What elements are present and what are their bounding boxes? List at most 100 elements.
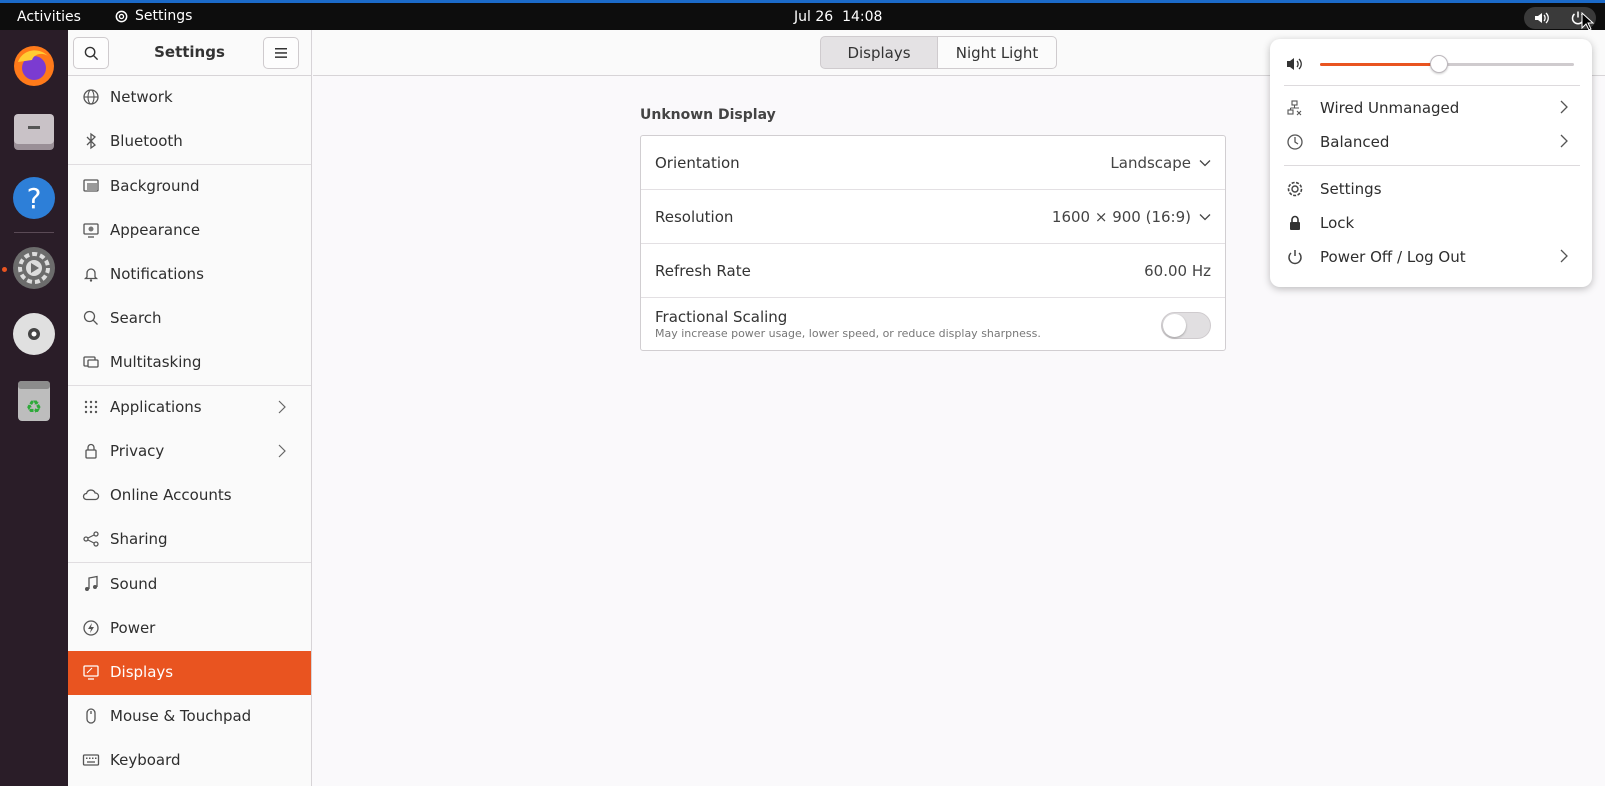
sidebar-item-search[interactable]: Search — [68, 297, 311, 341]
power-off-menu-item[interactable]: Power Off / Log Out — [1270, 240, 1592, 274]
sidebar-item-keyboard[interactable]: Keyboard — [68, 739, 311, 783]
sidebar-item-label: Search — [110, 309, 162, 327]
toggle-knob — [1163, 314, 1186, 337]
trash-icon: ♻ — [18, 381, 50, 421]
volume-icon — [1535, 12, 1549, 24]
hamburger-icon — [275, 48, 287, 58]
files-icon — [14, 114, 54, 150]
settings-label: Settings — [1320, 180, 1382, 198]
display-icon — [83, 665, 99, 680]
sidebar-item-notifications[interactable]: Notifications — [68, 253, 311, 297]
dock-settings[interactable] — [10, 244, 58, 292]
gear-icon — [115, 10, 128, 22]
resolution-value: 1600 × 900 (16:9) — [1051, 208, 1191, 226]
sidebar-item-sharing[interactable]: Sharing — [68, 518, 311, 562]
clock[interactable]: Jul 26 14:08 — [794, 9, 882, 25]
app-menu-label: Settings — [135, 8, 193, 24]
sidebar-item-label: Applications — [110, 398, 202, 416]
sidebar-item-network[interactable]: Network — [68, 76, 311, 120]
volume-slider-handle[interactable] — [1430, 55, 1449, 73]
grid-icon — [84, 400, 98, 414]
wired-network-icon — [1287, 100, 1302, 116]
wired-menu-item[interactable]: Wired Unmanaged — [1270, 91, 1592, 125]
resolution-label: Resolution — [655, 208, 734, 226]
sidebar-item-applications[interactable]: Applications — [68, 386, 311, 430]
sidebar-item-mouse-touchpad[interactable]: Mouse & Touchpad — [68, 695, 311, 739]
chevron-down-icon — [1199, 160, 1211, 167]
orientation-row[interactable]: Orientation Landscape — [641, 136, 1225, 190]
power-off-label: Power Off / Log Out — [1320, 248, 1466, 266]
svg-text:♻: ♻ — [26, 397, 42, 418]
sidebar-item-power[interactable]: Power — [68, 607, 311, 651]
refresh-rate-row: Refresh Rate 60.00 Hz — [641, 244, 1225, 298]
settings-icon — [13, 247, 55, 289]
power-mode-icon — [1287, 134, 1303, 150]
sidebar-item-label: Mouse & Touchpad — [110, 707, 252, 725]
orientation-select[interactable]: Landscape — [1110, 154, 1211, 172]
sidebar-item-privacy[interactable]: Privacy — [68, 430, 311, 474]
sidebar-item-label: Sharing — [110, 530, 168, 548]
resolution-select[interactable]: 1600 × 900 (16:9) — [1052, 208, 1211, 226]
chevron-right-icon — [278, 400, 286, 414]
sidebar-item-online-accounts[interactable]: Online Accounts — [68, 474, 311, 518]
lock-menu-item[interactable]: Lock — [1270, 206, 1592, 240]
keyboard-icon — [82, 754, 100, 766]
volume-slider[interactable] — [1320, 55, 1574, 73]
sidebar-item-sound[interactable]: Sound — [68, 563, 311, 607]
lock-icon — [85, 443, 97, 459]
share-icon — [83, 531, 99, 547]
bell-icon — [83, 268, 99, 282]
quick-settings-menu: Wired Unmanaged Balanced Settings Lock P… — [1270, 39, 1592, 287]
dock-files[interactable] — [10, 108, 58, 156]
mouse-cursor-icon — [1581, 12, 1595, 31]
mouse-icon — [86, 708, 96, 724]
display-settings-list: Orientation Landscape Resolution 1600 × … — [640, 135, 1226, 351]
sidebar-item-label: Sound — [110, 575, 158, 593]
main-menu-button[interactable] — [263, 37, 299, 69]
app-menu[interactable]: Settings — [114, 8, 192, 24]
activities-button[interactable]: Activities — [17, 9, 81, 25]
chevron-down-icon — [1199, 214, 1211, 221]
sidebar-item-displays[interactable]: Displays — [68, 651, 311, 695]
dock-trash[interactable]: ♻ — [10, 376, 58, 424]
sidebar-item-label: Privacy — [110, 442, 165, 460]
sidebar-header: Settings — [68, 30, 311, 76]
tab-displays[interactable]: Displays — [820, 36, 938, 69]
lock-icon — [1290, 215, 1300, 230]
clock-time: 14:08 — [842, 9, 883, 25]
fractional-scaling-toggle[interactable] — [1161, 312, 1211, 339]
wired-label: Wired Unmanaged — [1320, 99, 1460, 117]
sidebar-item-label: Background — [110, 177, 200, 195]
sidebar-item-bluetooth[interactable]: Bluetooth — [68, 120, 311, 164]
tab-night-light[interactable]: Night Light — [937, 36, 1057, 69]
refresh-rate-label: Refresh Rate — [655, 262, 751, 280]
power-mode-menu-item[interactable]: Balanced — [1270, 125, 1592, 159]
sidebar-item-background[interactable]: Background — [68, 165, 311, 209]
sidebar-item-appearance[interactable]: Appearance — [68, 209, 311, 253]
gear-icon — [1287, 181, 1303, 197]
sidebar-item-multitasking[interactable]: Multitasking — [68, 341, 311, 385]
chevron-right-icon — [278, 444, 286, 458]
sidebar-item-label: Notifications — [110, 265, 204, 283]
top-bar: Activities Settings Jul 26 14:08 — [0, 0, 1605, 30]
lock-label: Lock — [1320, 214, 1355, 232]
sidebar-item-label: Network — [110, 88, 173, 106]
chevron-right-icon — [1560, 100, 1568, 114]
chevron-right-icon — [1560, 134, 1568, 148]
power-mode-label: Balanced — [1320, 133, 1390, 151]
disc-icon — [13, 313, 55, 355]
help-icon: ? — [13, 177, 55, 219]
cloud-icon — [82, 489, 100, 501]
dock-disc[interactable] — [10, 310, 58, 358]
clock-date: Jul 26 — [794, 9, 834, 25]
orientation-label: Orientation — [655, 154, 740, 172]
dock-firefox[interactable] — [10, 42, 58, 90]
music-note-icon — [85, 575, 98, 591]
appearance-icon — [83, 223, 99, 238]
sidebar-item-label: Displays — [110, 663, 174, 681]
running-indicator — [2, 267, 7, 272]
dock-help[interactable]: ? — [10, 174, 58, 222]
sidebar-item-label: Appearance — [110, 221, 201, 239]
settings-menu-item[interactable]: Settings — [1270, 172, 1592, 206]
resolution-row[interactable]: Resolution 1600 × 900 (16:9) — [641, 190, 1225, 244]
